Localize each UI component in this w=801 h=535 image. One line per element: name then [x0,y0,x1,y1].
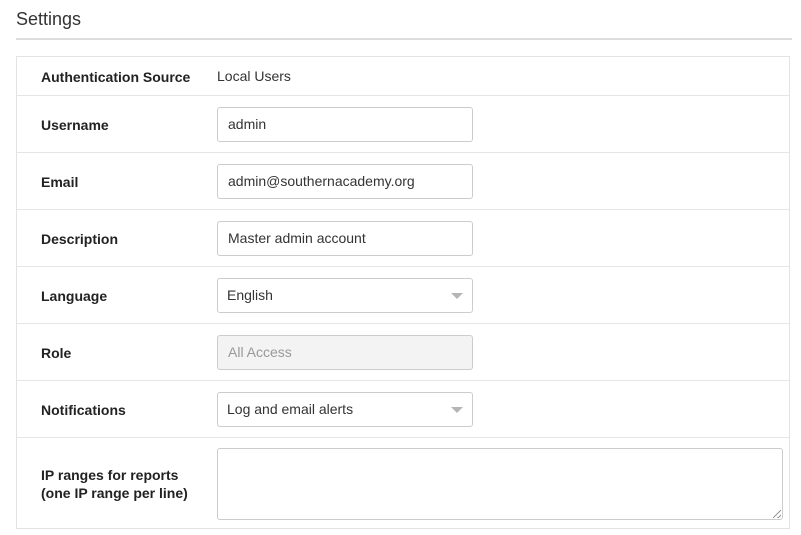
resize-grip-icon[interactable] [773,510,781,518]
ip-ranges-label-line1: IP ranges for reports [41,467,179,483]
role-row: Role All Access [17,324,789,381]
chevron-down-icon [451,407,463,413]
email-row: Email admin@southernacademy.org [17,153,789,210]
auth-source-row: Authentication Source Local Users [17,57,789,96]
language-label: Language [41,288,108,304]
username-row: Username admin [17,96,789,153]
ip-ranges-row: IP ranges for reports (one IP range per … [17,438,789,528]
notifications-select[interactable]: Log and email alerts [217,392,473,427]
page-title: Settings [16,9,82,29]
role-label: Role [41,345,72,361]
language-select[interactable]: English [217,278,473,313]
settings-form: Authentication Source Local Users Userna… [16,56,790,529]
username-input[interactable]: admin [217,107,473,142]
language-row: Language English [17,267,789,324]
ip-ranges-textarea[interactable] [217,448,783,520]
email-input[interactable]: admin@southernacademy.org [217,164,473,199]
auth-source-value: Local Users [217,68,291,84]
description-input[interactable]: Master admin account [217,221,473,256]
notifications-label: Notifications [41,402,126,418]
ip-ranges-label-line2: (one IP range per line) [41,485,188,501]
role-input: All Access [217,335,473,370]
email-label: Email [41,174,79,190]
username-label: Username [41,117,109,133]
auth-source-label: Authentication Source [41,69,191,85]
title-divider [16,38,792,40]
description-row: Description Master admin account [17,210,789,267]
notifications-selected-value: Log and email alerts [227,401,354,417]
ip-ranges-label: IP ranges for reports (one IP range per … [41,466,188,502]
description-label: Description [41,231,119,247]
language-selected-value: English [227,287,273,303]
chevron-down-icon [451,293,463,299]
notifications-row: Notifications Log and email alerts [17,381,789,438]
